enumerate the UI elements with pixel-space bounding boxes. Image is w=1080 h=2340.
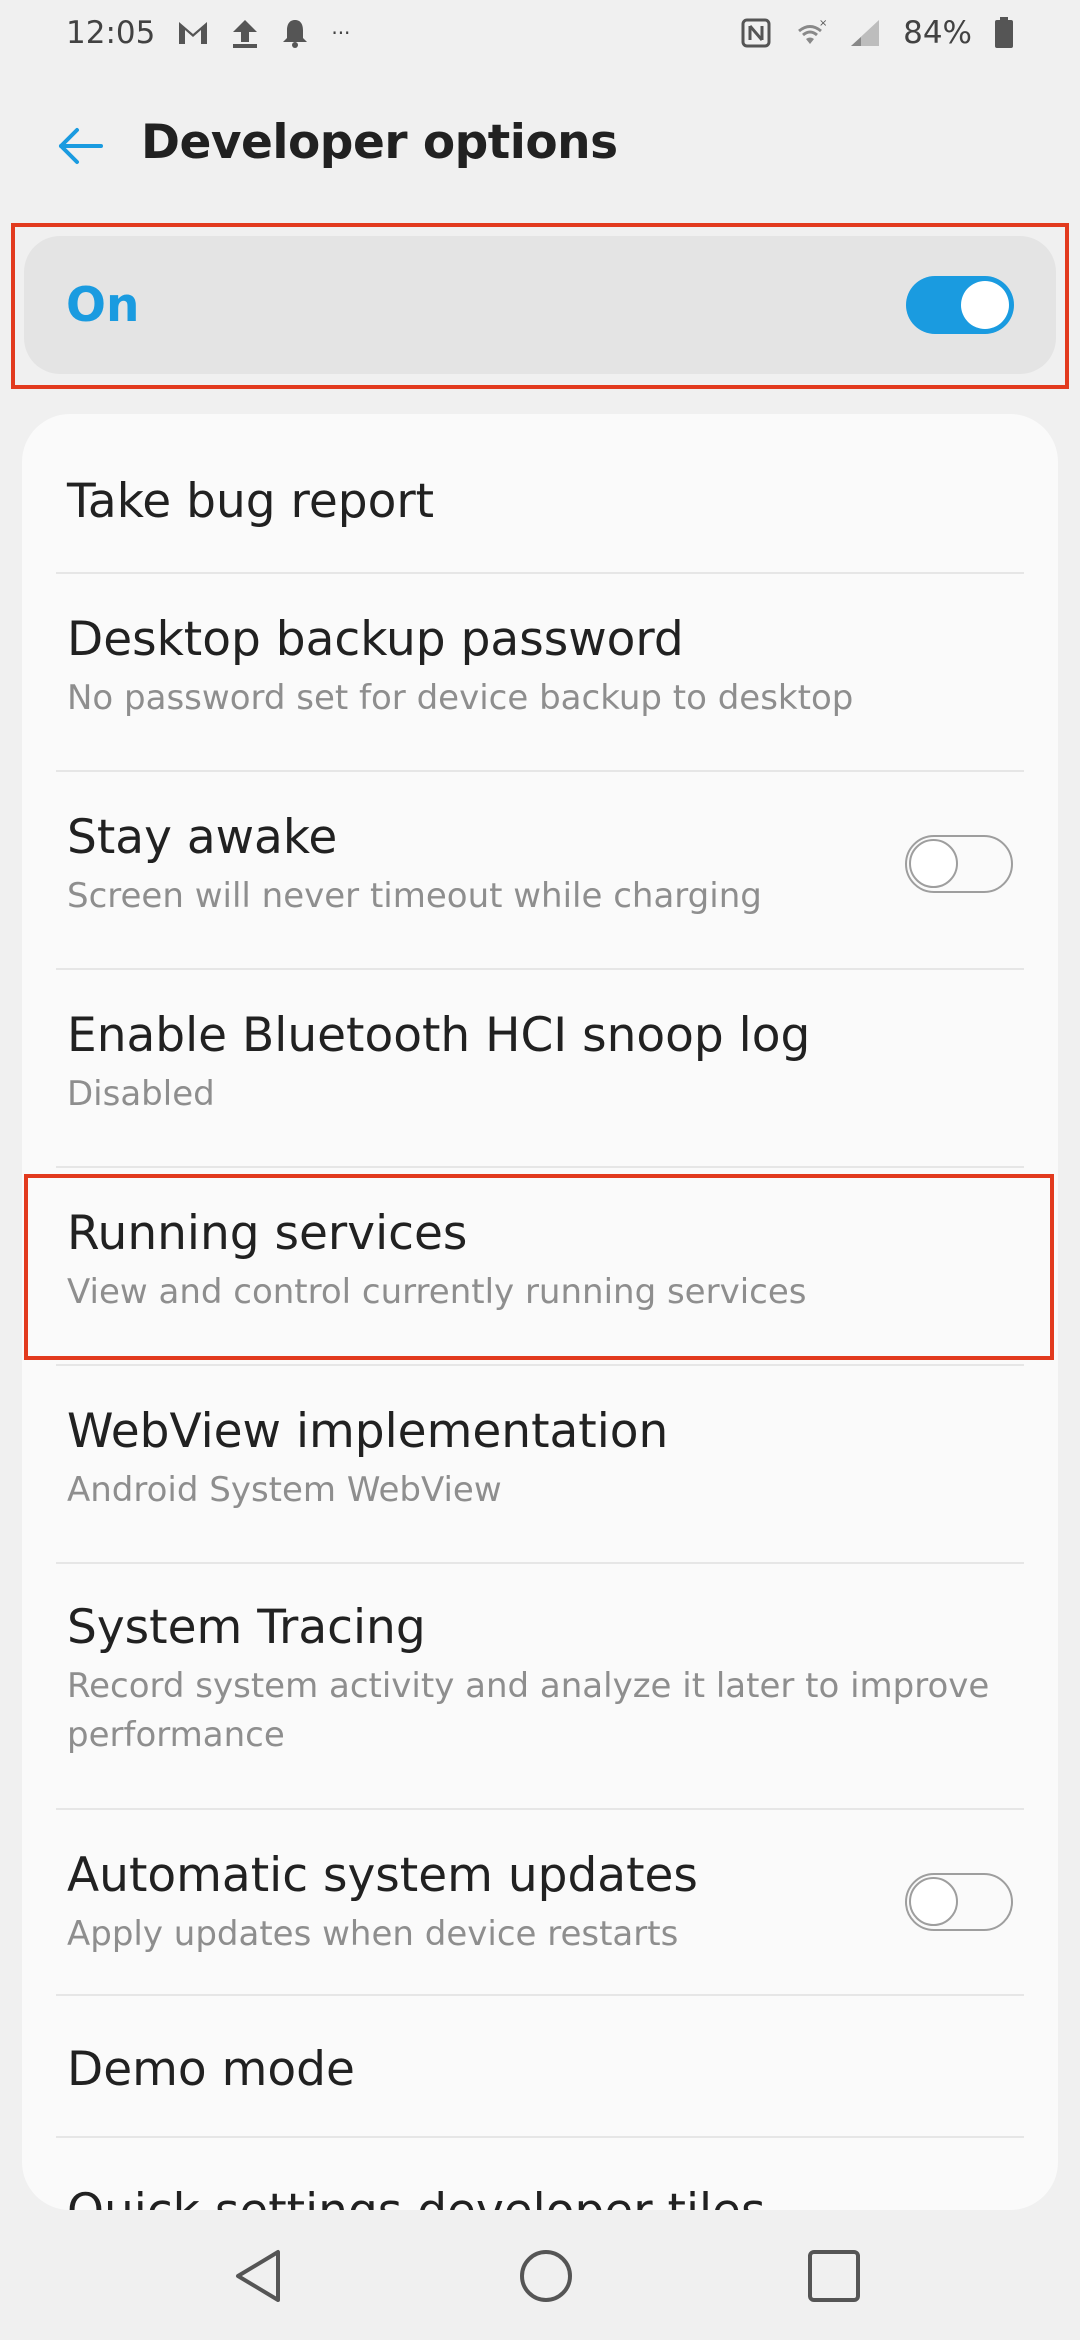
recents-square-icon [796,2238,872,2314]
navigation-bar [0,2210,1080,2340]
setting-take-bug-report[interactable]: Take bug report [22,414,1058,572]
nfc-icon [741,18,771,48]
nav-back-button[interactable] [222,2238,298,2314]
battery-percent: 84% [903,15,972,51]
setting-title: System Tracing [67,1600,426,1655]
setting-subtitle: Apply updates when device restarts [67,1914,679,1954]
wifi-icon: × [793,18,827,48]
nav-recents-button[interactable] [796,2238,872,2314]
back-button[interactable] [42,110,118,186]
automatic-system-updates-toggle[interactable] [905,1873,1013,1931]
back-triangle-icon [222,2238,298,2314]
toggle-knob [909,1877,958,1926]
setting-subtitle: Record system activity and analyze it la… [67,1666,990,1755]
setting-bluetooth-hci-snoop-log[interactable]: Enable Bluetooth HCI snoop log Disabled [22,970,1058,1166]
stay-awake-toggle[interactable] [905,835,1013,893]
app-bar: Developer options [0,88,1080,198]
developer-options-screen: 12:05 ··· × 84% Developer options On Tak… [0,0,1080,2340]
setting-title: Stay awake [67,810,338,865]
status-time: 12:05 [66,15,156,51]
setting-subtitle: No password set for device backup to des… [67,678,854,718]
setting-subtitle: Disabled [67,1074,215,1114]
setting-demo-mode[interactable]: Demo mode [22,1996,1058,2136]
setting-system-tracing[interactable]: System Tracing Record system activity an… [22,1564,1058,1808]
setting-title: Automatic system updates [67,1848,698,1903]
more-notifications-icon: ··· [331,21,351,45]
setting-subtitle: Android System WebView [67,1470,502,1510]
notification-bell-icon [281,18,309,48]
page-title: Developer options [141,115,618,170]
setting-title: Take bug report [67,474,435,529]
home-circle-icon [508,2238,584,2314]
setting-title: Enable Bluetooth HCI snoop log [67,1008,811,1063]
setting-desktop-backup-password[interactable]: Desktop backup password No password set … [22,574,1058,770]
highlight-box-running-services [24,1174,1054,1360]
status-bar: 12:05 ··· × 84% [0,0,1080,66]
nav-home-button[interactable] [508,2238,584,2314]
gmail-icon [177,20,209,46]
setting-stay-awake[interactable]: Stay awake Screen will never timeout whi… [22,772,1058,968]
arrow-back-icon [55,126,105,170]
status-left: 12:05 ··· [66,15,350,51]
svg-text:×: × [819,18,827,29]
setting-subtitle: Screen will never timeout while charging [67,876,762,916]
setting-webview-implementation[interactable]: WebView implementation Android System We… [22,1366,1058,1562]
setting-quick-settings-developer-tiles[interactable]: Quick settings developer tiles [22,2138,1058,2210]
highlight-box-master-switch [11,223,1069,389]
setting-automatic-system-updates[interactable]: Automatic system updates Apply updates w… [22,1810,1058,2006]
signal-icon [849,18,881,48]
setting-title: WebView implementation [67,1404,669,1459]
setting-title: Quick settings developer tiles [67,2184,765,2210]
upload-icon [231,18,259,48]
toggle-knob [909,839,958,888]
status-right: × 84% [741,15,1014,51]
battery-icon [994,17,1014,49]
setting-title: Demo mode [67,2042,355,2097]
setting-title: Desktop backup password [67,612,684,667]
